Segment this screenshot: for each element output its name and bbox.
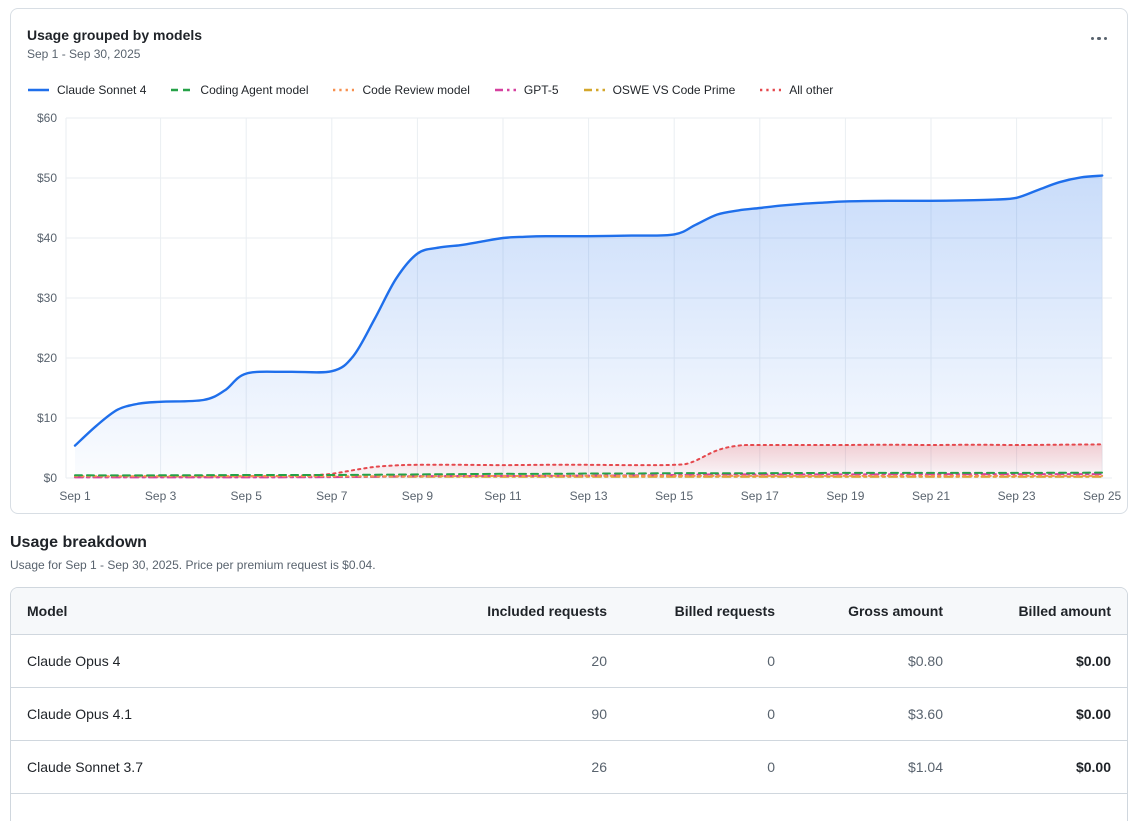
cell-billed-requests: 0 (623, 635, 791, 687)
x-tick-label: Sep 17 (741, 489, 779, 503)
cell-billed-amount: $0.00 (959, 741, 1127, 793)
kebab-dot (1104, 37, 1107, 40)
cell-model: Claude Sonnet 3.7 (11, 741, 453, 793)
y-tick-label: $60 (37, 111, 57, 125)
cell-gross-amount: $3.60 (791, 688, 959, 740)
cell-model: Claude Opus 4.1 (11, 688, 453, 740)
y-tick-label: $20 (37, 351, 57, 365)
y-tick-label: $0 (44, 471, 58, 485)
cell-included-requests: 26 (453, 741, 623, 793)
x-tick-label: Sep 19 (826, 489, 864, 503)
column-header-model: Model (11, 588, 453, 634)
chart-card-titles: Usage grouped by models Sep 1 - Sep 30, … (27, 25, 202, 61)
x-tick-label: Sep 21 (912, 489, 950, 503)
y-tick-label: $40 (37, 231, 57, 245)
legend-label: OSWE VS Code Prime (613, 83, 736, 97)
kebab-menu-icon[interactable] (1087, 29, 1111, 48)
usage-chart-card: Usage grouped by models Sep 1 - Sep 30, … (10, 8, 1128, 514)
legend-marker-coding-agent-model (170, 85, 193, 95)
x-tick-label: Sep 3 (145, 489, 177, 503)
kebab-dot (1097, 37, 1100, 40)
x-tick-label: Sep 5 (231, 489, 263, 503)
chart-card-header: Usage grouped by models Sep 1 - Sep 30, … (11, 25, 1127, 61)
cell-included-requests: 20 (453, 635, 623, 687)
y-tick-label: $30 (37, 291, 57, 305)
kebab-dot (1091, 37, 1094, 40)
legend-label: Coding Agent model (200, 83, 308, 97)
x-tick-label: Sep 25 (1083, 489, 1121, 503)
x-tick-label: Sep 1 (59, 489, 91, 503)
x-tick-label: Sep 11 (484, 489, 521, 503)
copilot-usage-page: Usage grouped by models Sep 1 - Sep 30, … (0, 0, 1137, 821)
cell-included-requests: 90 (453, 688, 623, 740)
cell-model: Claude Opus 4 (11, 635, 453, 687)
y-tick-label: $50 (37, 171, 57, 185)
x-tick-label: Sep 13 (570, 489, 608, 503)
table-row-partial (11, 793, 1127, 821)
breakdown-title: Usage breakdown (10, 534, 1128, 552)
legend-label: Code Review model (362, 83, 469, 97)
legend-label: Claude Sonnet 4 (57, 83, 146, 97)
cell-billed-requests: 0 (623, 688, 791, 740)
chart-legend: Claude Sonnet 4 Coding Agent model Code Re… (11, 83, 1127, 97)
legend-marker-gpt-5 (494, 85, 517, 95)
cell-billed-amount: $0.00 (959, 635, 1127, 687)
table-body: Claude Opus 4200$0.80$0.00Claude Opus 4.… (11, 635, 1127, 793)
cell-billed-requests: 0 (623, 741, 791, 793)
column-header-included-requests: Included requests (453, 588, 623, 634)
chart-card-title: Usage grouped by models (27, 25, 202, 45)
x-tick-label: Sep 15 (655, 489, 693, 503)
legend-item-oswe-vs-code-prime[interactable]: OSWE VS Code Prime (583, 83, 736, 97)
y-tick-label: $10 (37, 411, 57, 425)
legend-item-claude-sonnet-4[interactable]: Claude Sonnet 4 (27, 83, 146, 97)
legend-marker-all-other (759, 85, 782, 95)
legend-item-code-review-model[interactable]: Code Review model (332, 83, 469, 97)
cell-gross-amount: $1.04 (791, 741, 959, 793)
column-header-gross-amount: Gross amount (791, 588, 959, 634)
x-tick-label: Sep 7 (316, 489, 348, 503)
x-tick-label: Sep 23 (998, 489, 1036, 503)
legend-marker-code-review-model (332, 85, 355, 95)
legend-marker-oswe-vs-code-prime (583, 85, 606, 95)
legend-item-gpt-5[interactable]: GPT-5 (494, 83, 559, 97)
table-row-claude-opus-4: Claude Opus 4200$0.80$0.00 (11, 635, 1127, 688)
legend-item-all-other[interactable]: All other (759, 83, 833, 97)
legend-label: All other (789, 83, 833, 97)
table-header-row: ModelIncluded requestsBilled requestsGro… (11, 588, 1127, 635)
column-header-billed-requests: Billed requests (623, 588, 791, 634)
chart-card-date-range: Sep 1 - Sep 30, 2025 (27, 47, 202, 61)
cell-gross-amount: $0.80 (791, 635, 959, 687)
legend-item-coding-agent-model[interactable]: Coding Agent model (170, 83, 308, 97)
usage-breakdown-section: Usage breakdown Usage for Sep 1 - Sep 30… (10, 534, 1128, 821)
legend-marker-claude-sonnet-4 (27, 85, 50, 95)
x-tick-label: Sep 9 (402, 489, 434, 503)
cell-billed-amount: $0.00 (959, 688, 1127, 740)
legend-label: GPT-5 (524, 83, 559, 97)
chart-canvas: $0 $10 $20 $30 $40 $50 $60 Sep 1 Sep 3 Sep 5 Sep 7… (27, 109, 1112, 507)
table-row-claude-opus-4-1: Claude Opus 4.1900$3.60$0.00 (11, 688, 1127, 741)
table-row-claude-sonnet-3-7: Claude Sonnet 3.7260$1.04$0.00 (11, 741, 1127, 793)
column-header-billed-amount: Billed amount (959, 588, 1127, 634)
usage-area-chart[interactable]: $0 $10 $20 $30 $40 $50 $60 Sep 1 Sep 3 Sep 5 Sep 7… (11, 109, 1127, 507)
usage-breakdown-table: ModelIncluded requestsBilled requestsGro… (10, 587, 1128, 821)
breakdown-subtitle: Usage for Sep 1 - Sep 30, 2025. Price pe… (10, 558, 1128, 572)
